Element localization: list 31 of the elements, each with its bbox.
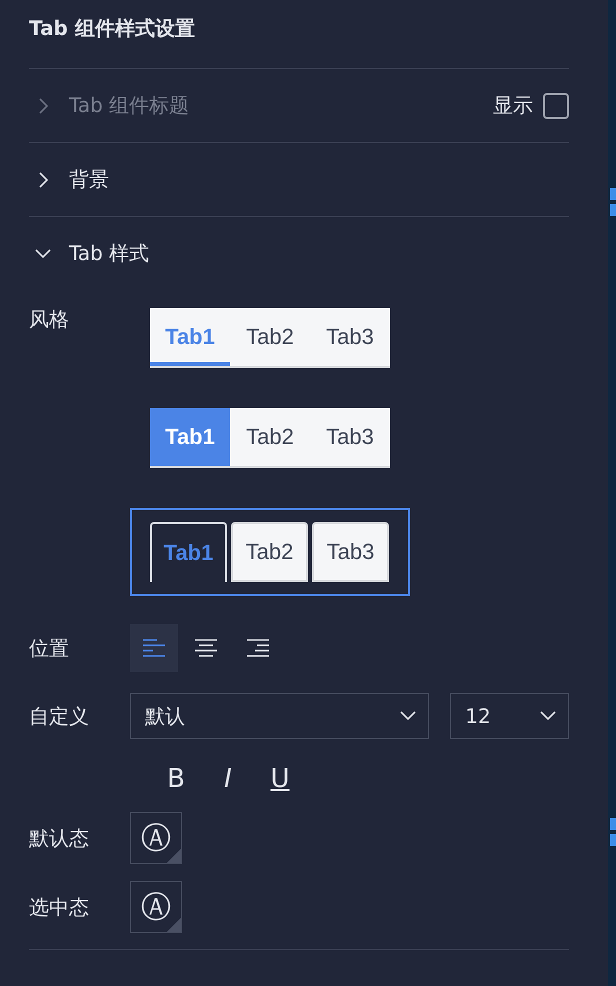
tab-preview: Tab1	[150, 522, 227, 582]
align-right-icon	[247, 638, 269, 658]
custom-label: 自定义	[29, 702, 90, 730]
italic-button[interactable]: I	[212, 763, 244, 795]
show-label: 显示	[493, 92, 533, 119]
position-label: 位置	[29, 634, 70, 662]
text-color-button[interactable]: Ⓐ	[130, 881, 182, 933]
tab-preview: Tab3	[312, 522, 389, 582]
align-center-icon	[195, 638, 217, 658]
font-select[interactable]: 默认	[130, 693, 430, 739]
tab-preview: Tab1	[150, 308, 230, 366]
resize-handle-icon[interactable]	[608, 188, 616, 218]
text-color-button[interactable]: Ⓐ	[130, 812, 182, 864]
state-label: 默认态	[29, 824, 90, 852]
tab-preview: Tab1	[150, 408, 230, 466]
section-header[interactable]: 背景	[29, 142, 569, 216]
underline-button[interactable]: U	[264, 763, 296, 795]
size-select[interactable]: 12	[450, 693, 569, 739]
tab-preview: Tab3	[325, 323, 375, 351]
align-left-icon	[143, 638, 165, 658]
tab-preview: Tab2	[245, 323, 295, 351]
state-label: 选中态	[29, 894, 90, 920]
tab-preview: Tab2	[231, 522, 308, 582]
tab-style-option[interactable]: Tab1 Tab2 Tab3	[130, 508, 410, 596]
section-header[interactable]: Tab 样式	[29, 216, 569, 290]
resize-handle-icon[interactable]	[608, 818, 616, 848]
style-label: 风格	[29, 306, 70, 333]
panel-title: Tab 组件样式设置	[29, 15, 196, 42]
tab-preview: Tab3	[325, 423, 375, 451]
bold-button[interactable]: B	[160, 763, 192, 795]
tab-preview: Tab2	[245, 423, 295, 451]
